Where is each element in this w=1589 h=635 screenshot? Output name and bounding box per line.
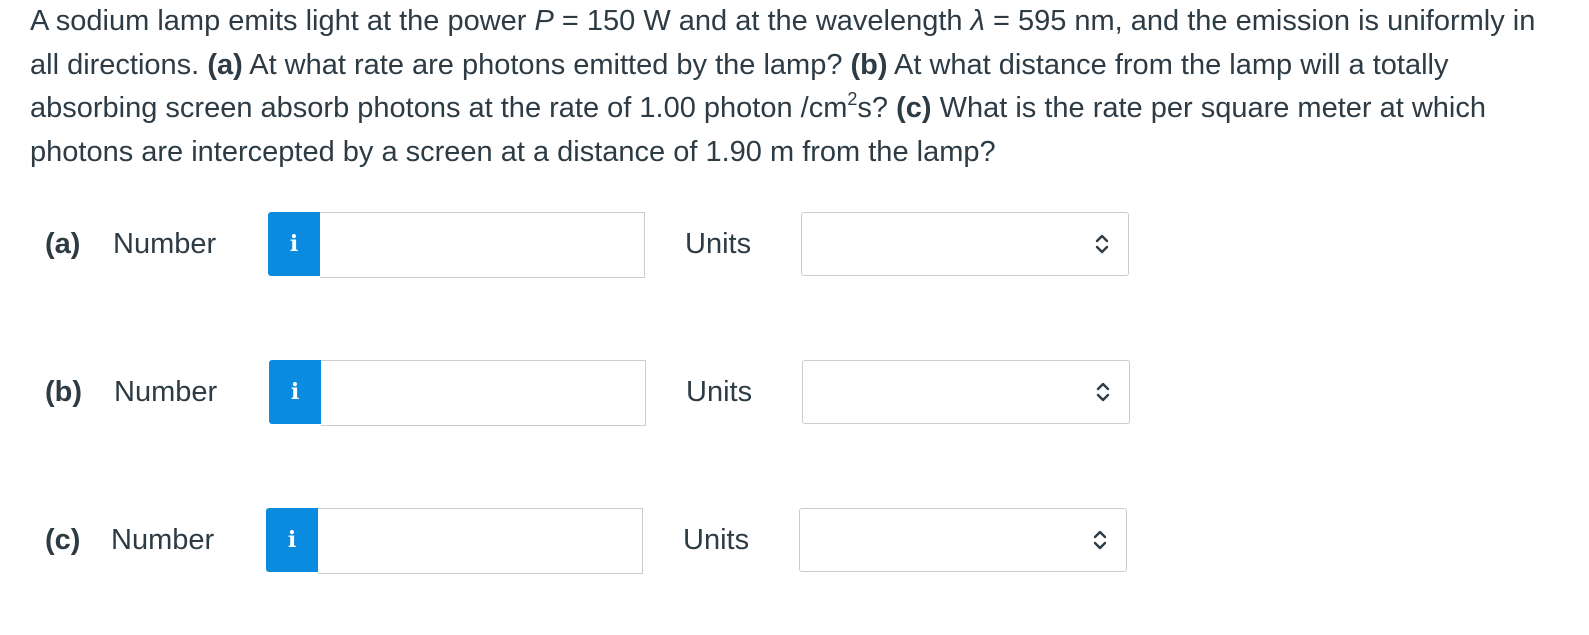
part-label: (c) <box>45 524 81 556</box>
units-label: Units <box>686 376 753 408</box>
info-icon[interactable]: i <box>268 212 320 276</box>
units-select-a[interactable] <box>801 212 1129 276</box>
lambda-symbol: λ <box>970 5 985 37</box>
answer-row-c: (c) Number i Units <box>0 508 1589 574</box>
units-label: Units <box>685 228 752 260</box>
number-input-a[interactable] <box>320 212 645 278</box>
answer-row-b: (b) Number i Units <box>0 360 1589 426</box>
question-intro: A sodium lamp emits light at the power <box>30 5 535 37</box>
part-b-question-tail: s? <box>857 92 897 124</box>
chevron-up-down-icon <box>1093 530 1107 550</box>
answer-row-a: (a) Number i Units <box>0 212 1589 278</box>
power-value: = 150 W and at the wavelength <box>553 5 971 37</box>
chevron-up-down-icon <box>1095 234 1109 254</box>
number-label: Number <box>114 376 218 408</box>
part-c-marker: (c) <box>896 92 932 124</box>
units-label: Units <box>683 524 750 556</box>
info-icon[interactable]: i <box>266 508 318 572</box>
question-text: A sodium lamp emits light at the power P… <box>30 0 1570 174</box>
part-b-marker: (b) <box>850 48 888 81</box>
number-label: Number <box>111 524 215 556</box>
part-label: (a) <box>45 228 81 260</box>
part-a-question: At what rate are photons emitted by the … <box>242 48 851 81</box>
power-symbol: P <box>534 5 554 37</box>
number-input-b[interactable] <box>321 360 646 426</box>
part-a-marker: (a) <box>207 48 243 81</box>
part-label: (b) <box>45 376 83 408</box>
number-label: Number <box>113 228 217 260</box>
units-select-c[interactable] <box>799 508 1127 572</box>
number-input-c[interactable] <box>318 508 643 574</box>
chevron-up-down-icon <box>1096 382 1110 402</box>
units-select-b[interactable] <box>802 360 1130 424</box>
superscript-2: 2 <box>847 89 858 109</box>
info-icon[interactable]: i <box>269 360 321 424</box>
